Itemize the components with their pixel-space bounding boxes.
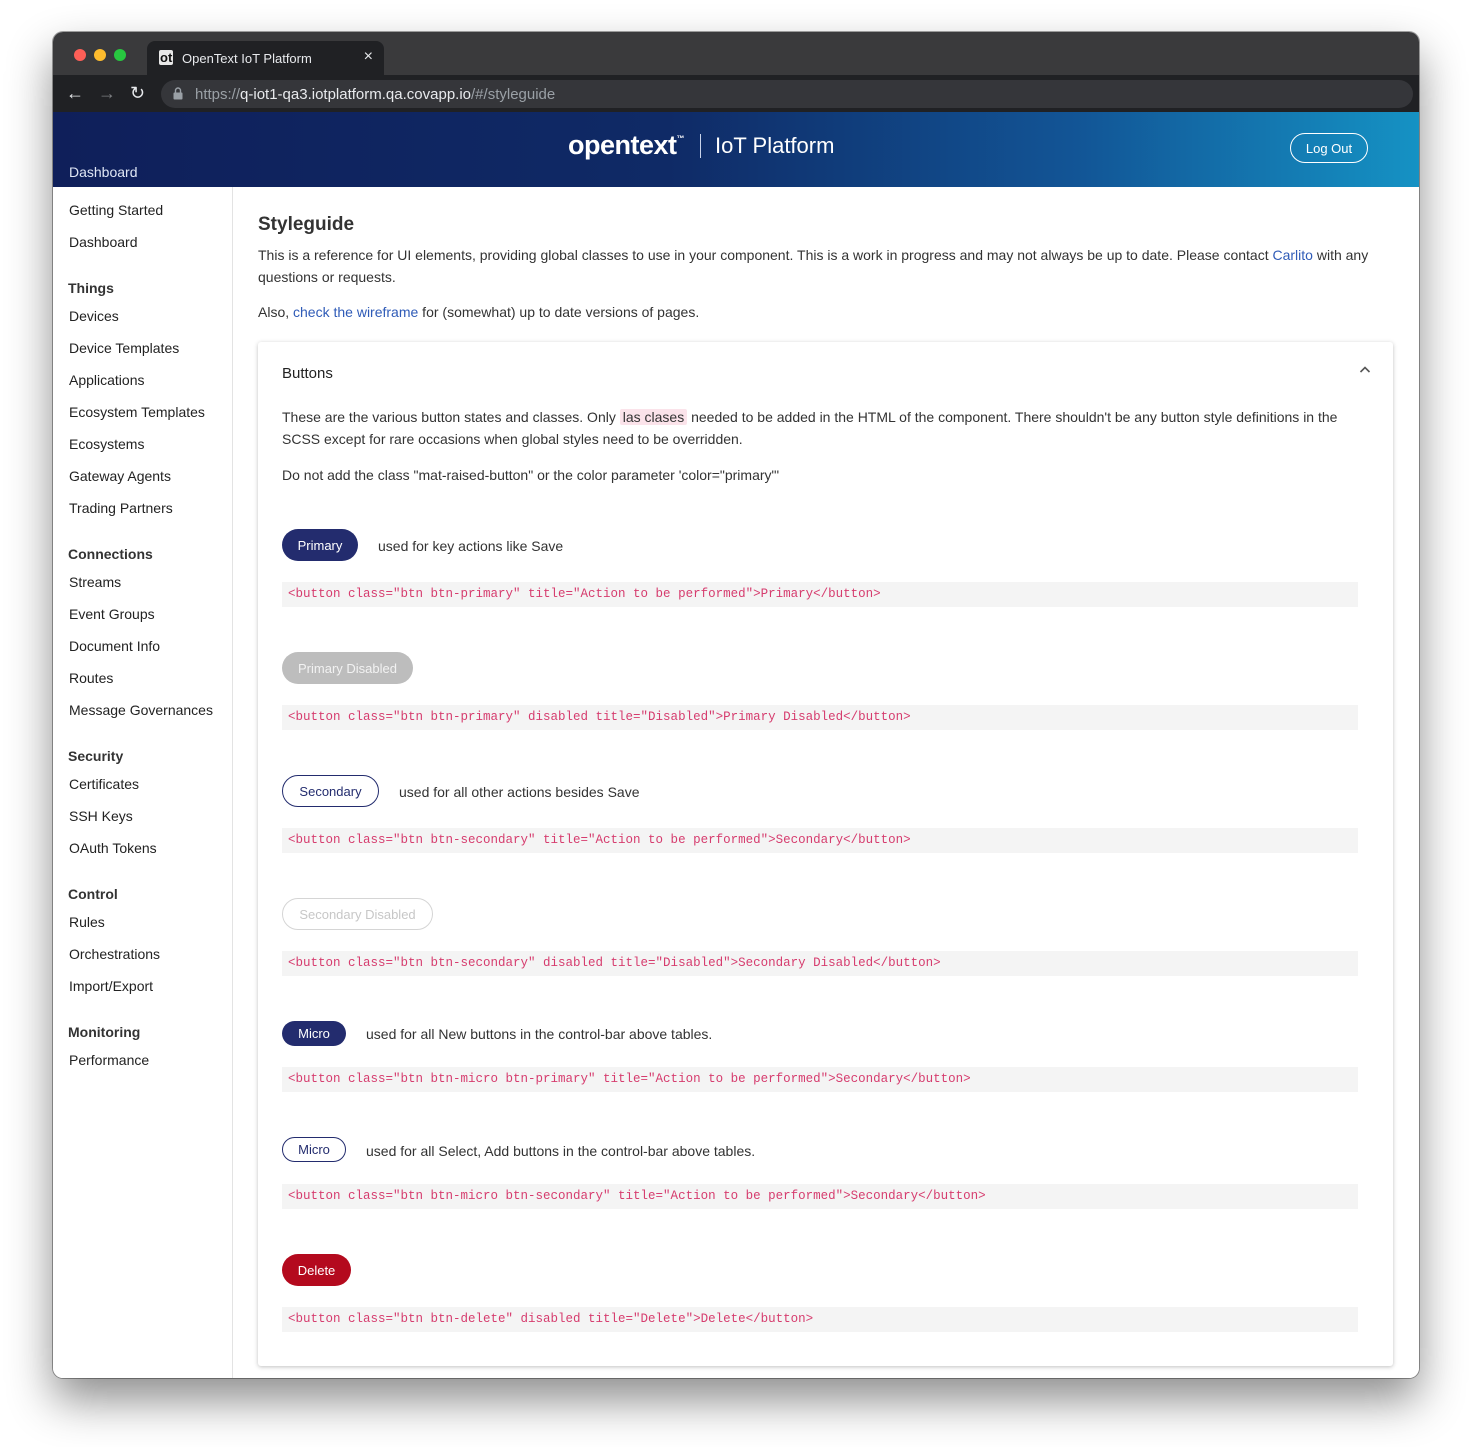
sidebar-item-event-groups[interactable]: Event Groups — [69, 606, 155, 622]
micro-primary-code: <button class="btn btn-micro btn-primary… — [282, 1067, 1358, 1092]
sidebar-item-oauth-tokens[interactable]: OAuth Tokens — [69, 840, 157, 856]
sidebar-item-ecosystem-templates[interactable]: Ecosystem Templates — [69, 404, 205, 420]
sidebar-section-connections: Connections — [68, 546, 153, 562]
browser-window: ot OpenText IoT Platform × ← → ↻ https:/… — [53, 32, 1419, 1378]
sidebar: Getting Started Dashboard Things Devices… — [53, 187, 233, 1378]
browser-tab[interactable]: ot OpenText IoT Platform × — [147, 41, 384, 75]
micro-primary-description: used for all New buttons in the control-… — [366, 1026, 713, 1042]
main-content: Styleguide This is a reference for UI el… — [233, 187, 1419, 1378]
secondary-disabled-code: <button class="btn btn-secondary" disabl… — [282, 951, 1358, 976]
primary-disabled-button[interactable]: Primary Disabled — [282, 652, 413, 684]
secondary-description: used for all other actions besides Save — [399, 784, 640, 800]
minimize-window-icon[interactable] — [94, 49, 106, 61]
buttons-panel: Buttons These are the various button sta… — [258, 342, 1393, 1366]
sidebar-item-ssh-keys[interactable]: SSH Keys — [69, 808, 133, 824]
sidebar-item-message-governances[interactable]: Message Governances — [69, 702, 213, 718]
maximize-window-icon[interactable] — [114, 49, 126, 61]
logout-button[interactable]: Log Out — [1290, 133, 1368, 163]
brand-divider — [700, 133, 702, 158]
sidebar-item-import-export[interactable]: Import/Export — [69, 978, 153, 994]
sidebar-item-getting-started[interactable]: Getting Started — [69, 202, 163, 218]
primary-description: used for key actions like Save — [378, 538, 564, 554]
primary-disabled-code: <button class="btn btn-primary" disabled… — [282, 705, 1358, 730]
product-name: IoT Platform — [715, 132, 835, 158]
primary-code: <button class="btn btn-primary" title="A… — [282, 582, 1358, 607]
favicon-icon: ot — [159, 50, 174, 65]
opentext-logo: opentext™ — [568, 130, 685, 160]
sidebar-item-devices[interactable]: Devices — [69, 308, 119, 324]
sidebar-item-streams[interactable]: Streams — [69, 574, 121, 590]
browser-tab-bar: ot OpenText IoT Platform × — [53, 32, 1419, 75]
sidebar-item-device-templates[interactable]: Device Templates — [69, 340, 179, 356]
sidebar-item-document-info[interactable]: Document Info — [69, 638, 160, 654]
secondary-button[interactable]: Secondary — [282, 775, 379, 807]
breadcrumb[interactable]: Dashboard — [69, 164, 138, 180]
micro-primary-button[interactable]: Micro — [282, 1021, 346, 1046]
brand: opentext™ IoT Platform — [568, 130, 834, 161]
delete-button[interactable]: Delete — [282, 1254, 351, 1286]
carlito-link[interactable]: Carlito — [1272, 247, 1312, 263]
sidebar-item-performance[interactable]: Performance — [69, 1052, 149, 1068]
intro-text: This is a reference for UI elements, pro… — [258, 247, 1369, 285]
address-bar: ← → ↻ https://q-iot1-qa3.iotplatform.qa.… — [53, 75, 1419, 112]
panel-note: Do not add the class "mat-raised-button"… — [282, 467, 780, 483]
panel-title[interactable]: Buttons — [282, 365, 333, 382]
secondary-disabled-button[interactable]: Secondary Disabled — [282, 898, 433, 930]
back-arrow-icon[interactable]: ← — [66, 83, 84, 103]
highlighted-code: las clases — [619, 409, 688, 425]
primary-button[interactable]: Primary — [282, 529, 358, 561]
sidebar-item-rules[interactable]: Rules — [69, 914, 105, 930]
sidebar-section-control: Control — [68, 886, 118, 902]
sidebar-item-routes[interactable]: Routes — [69, 670, 113, 686]
micro-secondary-description: used for all Select, Add buttons in the … — [366, 1143, 756, 1159]
sidebar-item-certificates[interactable]: Certificates — [69, 776, 139, 792]
secondary-code: <button class="btn btn-secondary" title=… — [282, 828, 1358, 853]
sidebar-item-applications[interactable]: Applications — [69, 372, 145, 388]
tab-title: OpenText IoT Platform — [182, 51, 312, 66]
close-window-icon[interactable] — [74, 49, 86, 61]
sidebar-item-trading-partners[interactable]: Trading Partners — [69, 500, 173, 516]
app-header: Dashboard opentext™ IoT Platform Log Out — [53, 112, 1419, 187]
sidebar-item-ecosystems[interactable]: Ecosystems — [69, 436, 144, 452]
sidebar-item-dashboard[interactable]: Dashboard — [69, 234, 138, 250]
sidebar-section-security: Security — [68, 748, 124, 764]
micro-secondary-code: <button class="btn btn-micro btn-seconda… — [282, 1184, 1358, 1209]
forward-arrow-icon[interactable]: → — [98, 83, 116, 103]
wireframe-link[interactable]: check the wireframe — [293, 304, 418, 320]
url-text: https://q-iot1-qa3.iotplatform.qa.covapp… — [195, 86, 556, 103]
delete-code: <button class="btn btn-delete" disabled … — [282, 1307, 1358, 1332]
wireframe-text: Also, check the wireframe for (somewhat)… — [258, 304, 700, 320]
page-title: Styleguide — [258, 214, 355, 235]
sidebar-section-monitoring: Monitoring — [68, 1024, 141, 1040]
lock-icon — [173, 87, 183, 100]
micro-secondary-button[interactable]: Micro — [282, 1137, 346, 1162]
sidebar-item-orchestrations[interactable]: Orchestrations — [69, 946, 160, 962]
panel-description: These are the various button states and … — [282, 409, 1338, 447]
url-input[interactable]: https://q-iot1-qa3.iotplatform.qa.covapp… — [161, 80, 1413, 108]
sidebar-section-things: Things — [68, 280, 114, 296]
sidebar-item-gateway-agents[interactable]: Gateway Agents — [69, 468, 171, 484]
reload-icon[interactable]: ↻ — [130, 83, 145, 103]
chevron-up-icon[interactable] — [1359, 364, 1371, 376]
tab-close-icon[interactable]: × — [364, 48, 373, 66]
